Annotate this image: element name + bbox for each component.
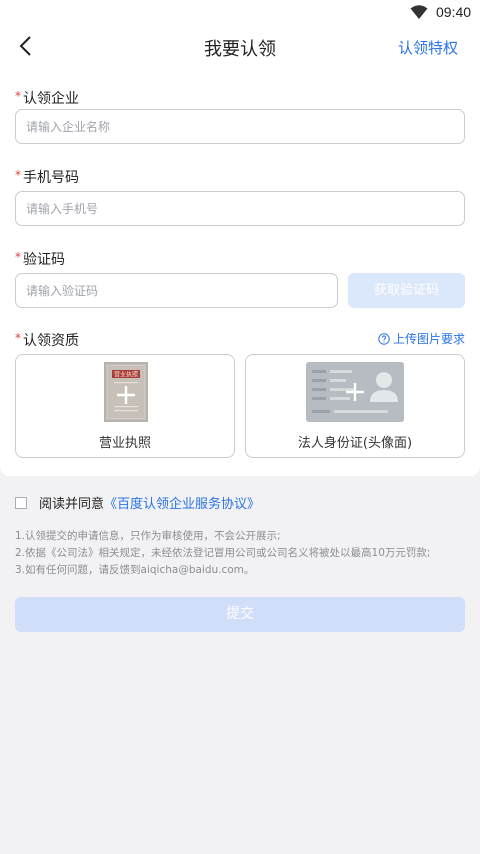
id-card-caption: 法人身份证(头像面) [297, 436, 413, 451]
required-mark: * [15, 250, 21, 264]
company-label: * 认领企业 [15, 89, 79, 107]
company-name-input[interactable] [15, 109, 465, 144]
submit-button[interactable]: 提交 [15, 597, 465, 632]
question-circle-icon [378, 332, 390, 345]
business-license-caption: 营业执照 [98, 436, 151, 451]
note-item: 1.认领提交的申请信息，只作为审核使用，不会公开展示; [15, 530, 281, 542]
qualification-label: * 认领资质 [15, 331, 79, 349]
agreement-checkbox[interactable] [15, 496, 27, 509]
status-bar: 09:40 [0, 0, 480, 24]
claim-privileges-link[interactable]: 认领特权 [398, 37, 458, 58]
agreement-row: 阅读并同意 《百度认领企业服务协议》 [15, 493, 260, 512]
nav-bar: 我要认领 认领特权 [0, 24, 480, 68]
code-label: * 验证码 [15, 250, 65, 268]
verification-code-input[interactable] [15, 273, 338, 308]
legal-person-id-upload[interactable]: 法人身份证(头像面) [245, 354, 465, 458]
agreement-prefix: 阅读并同意 [39, 497, 105, 512]
get-code-button[interactable]: 获取验证码 [348, 273, 465, 308]
notes: 1.认领提交的申请信息，只作为审核使用，不会公开展示; 2.依据《公司法》相关规… [15, 528, 470, 579]
required-mark: * [15, 89, 21, 103]
business-license-image-icon: 营业执照 [104, 362, 148, 422]
phone-input[interactable] [15, 191, 465, 226]
svg-text:营业执照: 营业执照 [114, 371, 138, 379]
business-license-upload[interactable]: 营业执照 营业执照 [15, 354, 235, 458]
required-mark: * [15, 331, 21, 345]
upload-requirements-link[interactable]: 上传图片要求 [378, 330, 465, 347]
note-item: 2.依据《公司法》相关规定，未经依法登记冒用公司或公司名义将被处以最高10万元罚… [15, 547, 431, 559]
note-item: 3.如有任何问题，请反馈到aiqicha@baidu.com。 [15, 564, 255, 576]
wifi-icon [410, 5, 428, 19]
id-card-image-icon [306, 362, 404, 422]
required-mark: * [15, 168, 21, 182]
phone-label: * 手机号码 [15, 168, 79, 186]
status-time: 09:40 [436, 4, 472, 20]
service-agreement-link[interactable]: 《百度认领企业服务协议》 [104, 493, 260, 512]
